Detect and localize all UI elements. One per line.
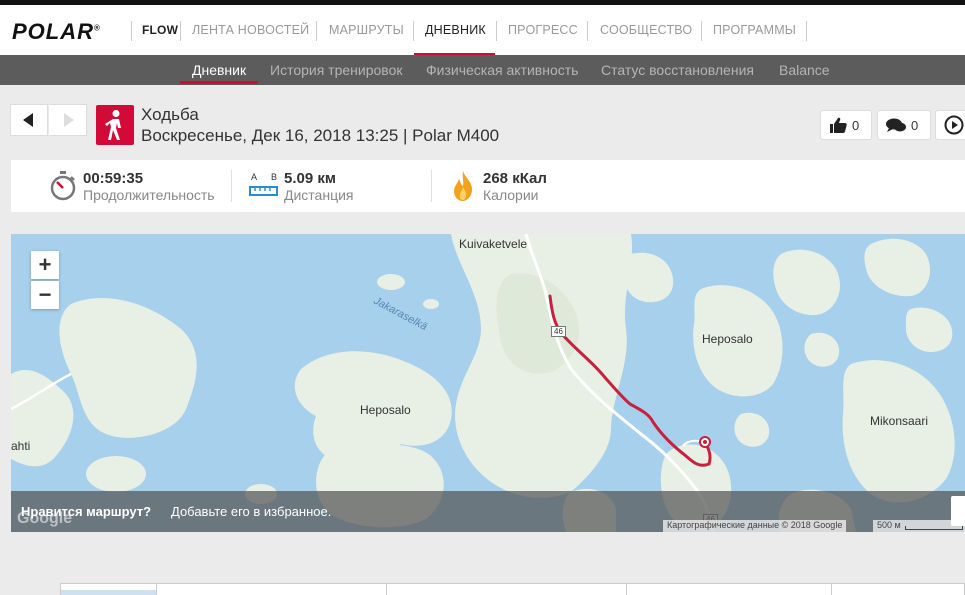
map-fullscreen-button[interactable] bbox=[951, 496, 965, 526]
road-number-shield: 46 bbox=[551, 326, 566, 337]
table-column-divider bbox=[156, 584, 157, 595]
nav-progress[interactable]: ПРОГРЕСС bbox=[508, 23, 578, 37]
map-label-kuivaketvele: Kuivaketvele bbox=[459, 237, 528, 251]
ruler-point-b: B bbox=[271, 172, 278, 182]
subnav-balance[interactable]: Balance bbox=[779, 62, 830, 78]
flow-brand-label: FLOW bbox=[142, 23, 179, 37]
map-attribution[interactable]: Картографические данные © 2018 Google bbox=[663, 520, 847, 532]
map-label-heposalo-right: Heposalo bbox=[702, 332, 753, 346]
stat-separator bbox=[231, 170, 232, 202]
nav-separator bbox=[701, 21, 702, 41]
polar-logo[interactable]: POLAR® bbox=[12, 19, 101, 45]
route-map[interactable]: + − Kuivaketvele Jakaraselkä Heposalo He… bbox=[11, 234, 965, 532]
calories-label: Калории bbox=[483, 187, 539, 203]
play-route-button[interactable] bbox=[935, 110, 965, 140]
nav-separator bbox=[180, 21, 181, 41]
like-count: 0 bbox=[852, 117, 860, 133]
arrow-right-icon bbox=[63, 113, 74, 127]
nav-routes[interactable]: МАРШРУТЫ bbox=[329, 23, 404, 37]
zoom-in-button[interactable]: + bbox=[31, 251, 59, 279]
arrow-left-icon bbox=[23, 113, 33, 127]
map-label-heposalo-left: Heposalo bbox=[360, 403, 411, 417]
nav-community[interactable]: СООБЩЕСТВО bbox=[600, 23, 692, 37]
sub-navigation: Дневник История тренировок Физическая ак… bbox=[0, 55, 965, 85]
play-circle-icon bbox=[944, 115, 964, 135]
top-navigation: POLAR® FLOW ЛЕНТА НОВОСТЕЙ МАРШРУТЫ ДНЕВ… bbox=[0, 5, 965, 56]
like-button[interactable]: 0 bbox=[820, 110, 872, 140]
session-subtitle: Воскресенье, Дек 16, 2018 13:25 | Polar … bbox=[141, 126, 500, 145]
previous-session-button[interactable] bbox=[10, 104, 48, 136]
flame-icon bbox=[454, 171, 473, 201]
google-logo: Google bbox=[17, 510, 73, 527]
subnav-training-history[interactable]: История тренировок bbox=[270, 62, 402, 78]
stopwatch-icon bbox=[50, 171, 76, 201]
nav-newsfeed[interactable]: ЛЕНТА НОВОСТЕЙ bbox=[192, 23, 309, 37]
subnav-activity[interactable]: Физическая активность bbox=[426, 62, 578, 78]
ruler-point-a: A bbox=[251, 172, 258, 182]
map-scale-bar bbox=[905, 526, 963, 530]
session-stats-bar: 00:59:35 Продолжительность A B 5.09 км Д… bbox=[11, 160, 965, 212]
map-terrain bbox=[11, 234, 965, 532]
walking-person-icon bbox=[105, 110, 121, 140]
comment-bubbles-icon bbox=[886, 118, 906, 132]
comment-button[interactable]: 0 bbox=[877, 110, 931, 140]
nav-diary[interactable]: ДНЕВНИК bbox=[425, 23, 486, 37]
favorite-hint: Добавьте его в избранное. bbox=[171, 504, 332, 519]
table-header-highlight bbox=[61, 590, 156, 595]
session-sport-title: Ходьба bbox=[141, 105, 199, 124]
map-scale-label: 500 м bbox=[877, 520, 901, 530]
ruler-icon: A B bbox=[249, 172, 279, 202]
table-column-divider bbox=[386, 584, 387, 595]
stat-separator bbox=[431, 170, 432, 202]
table-column-divider bbox=[626, 584, 627, 595]
nav-separator bbox=[496, 21, 497, 41]
distance-label: Дистанция bbox=[284, 187, 354, 203]
nav-programs[interactable]: ПРОГРАММЫ bbox=[713, 23, 796, 37]
session-table-top-edge bbox=[60, 583, 965, 595]
subnav-active-indicator bbox=[180, 81, 258, 84]
subnav-recovery-status[interactable]: Статус восстановления bbox=[601, 62, 754, 78]
nav-separator bbox=[413, 21, 414, 41]
map-label-mikonsaari: Mikonsaari bbox=[870, 414, 929, 428]
table-column-divider bbox=[831, 584, 832, 595]
distance-value: 5.09 км bbox=[284, 170, 336, 187]
nav-separator bbox=[316, 21, 317, 41]
subnav-diary[interactable]: Дневник bbox=[192, 62, 246, 78]
next-session-button[interactable] bbox=[49, 104, 87, 136]
sport-badge bbox=[96, 105, 134, 145]
nav-separator bbox=[131, 21, 132, 41]
duration-label: Продолжительность bbox=[83, 187, 215, 203]
calories-value: 268 кКал bbox=[483, 170, 547, 187]
nav-separator bbox=[806, 21, 807, 41]
comment-count: 0 bbox=[911, 117, 919, 133]
thumbs-up-icon bbox=[830, 117, 847, 133]
zoom-out-button[interactable]: − bbox=[31, 281, 59, 309]
nav-separator bbox=[587, 21, 588, 41]
map-label-ahti: ahti bbox=[11, 439, 31, 453]
duration-value: 00:59:35 bbox=[83, 170, 144, 187]
